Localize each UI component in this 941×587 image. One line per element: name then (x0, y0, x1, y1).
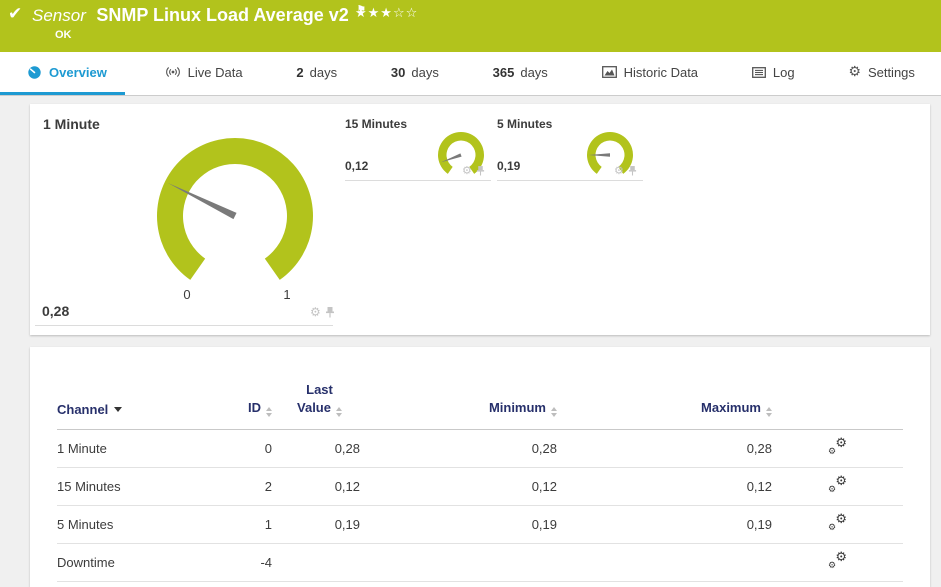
gauge-controls-1min: ⚙ (310, 306, 335, 318)
pin-icon[interactable] (476, 165, 485, 176)
column-header-actions (772, 347, 903, 430)
gauge-title-5min: 5 Minutes (497, 117, 553, 131)
tab-live-data[interactable]: Live Data (151, 52, 257, 95)
tab-label: Historic Data (623, 64, 699, 80)
tab-label: days (411, 64, 439, 80)
channel-maximum: 0,28 (557, 429, 772, 468)
channel-minimum: 0,12 (367, 467, 557, 506)
channel-name: 15 Minutes (57, 467, 217, 506)
sensor-kind-label: Sensor (32, 6, 86, 25)
gauge-max-label: 1 (283, 287, 291, 302)
tab-label: Overview (49, 64, 107, 80)
sensor-status-badge: OK (55, 29, 72, 41)
tab-2-days[interactable]: 2 days (282, 52, 351, 95)
gauge-value-1min: 0,28 (42, 303, 70, 319)
tab-label: Live Data (187, 64, 243, 80)
star-rating[interactable]: ★★★☆☆ (355, 6, 418, 21)
column-header-minimum[interactable]: Minimum (367, 347, 557, 430)
channel-last-value: 0,28 (272, 429, 367, 468)
table-row[interactable]: 5 Minutes 1 0,19 0,19 0,19 ⚙ ⚙ (57, 505, 903, 544)
gauge-settings-icon[interactable]: ⚙ (310, 306, 321, 318)
tab-historic-data[interactable]: Historic Data (588, 52, 712, 95)
sensor-header: ✔ Sensor SNMP Linux Load Average v2 ⚑ ★★… (0, 0, 941, 52)
channel-last-value (272, 543, 367, 582)
channel-last-value: 0,19 (272, 505, 367, 544)
column-header-last-value[interactable]: Last Value (272, 347, 367, 430)
channel-last-value: 0,12 (272, 467, 367, 506)
channel-maximum (557, 543, 772, 582)
tab-bar: Overview Live Data 2 days 30 days 365 da… (0, 52, 941, 96)
channels-table: Channel ID Last Value Minimum Maximum 1 … (57, 347, 903, 582)
channel-settings-gears-icon[interactable]: ⚙ ⚙ (828, 474, 847, 495)
gauge-controls-15min: ⚙ (462, 165, 485, 176)
historic-data-icon (601, 66, 617, 78)
channel-name: 5 Minutes (57, 505, 217, 544)
channel-minimum (367, 543, 557, 582)
log-icon (751, 66, 766, 78)
channel-settings-gears-icon[interactable]: ⚙ ⚙ (828, 436, 847, 457)
channel-name: Downtime (57, 543, 217, 582)
channel-minimum: 0,19 (367, 505, 557, 544)
status-check-icon: ✔ (8, 4, 23, 24)
tab-365-days[interactable]: 365 days (479, 52, 562, 95)
gauge-chart-1min (157, 138, 313, 280)
channel-id: 0 (217, 429, 272, 468)
tab-overview[interactable]: Overview (0, 52, 125, 95)
sort-icon (335, 406, 342, 417)
channel-name: 1 Minute (57, 429, 217, 468)
sort-icon (266, 406, 272, 417)
channel-minimum: 0,28 (367, 429, 557, 468)
table-row[interactable]: 15 Minutes 2 0,12 0,12 0,12 ⚙ ⚙ (57, 467, 903, 506)
channel-id: -4 (217, 543, 272, 582)
table-row[interactable]: Downtime -4 ⚙ ⚙ (57, 543, 903, 582)
channel-settings-gears-icon[interactable]: ⚙ ⚙ (828, 512, 847, 533)
tab-settings[interactable]: ⚙ Settings (834, 52, 929, 95)
pin-icon[interactable] (325, 306, 335, 318)
tab-log[interactable]: Log (738, 52, 809, 95)
gauge-settings-icon[interactable]: ⚙ (614, 165, 624, 176)
channel-id: 2 (217, 467, 272, 506)
column-header-maximum[interactable]: Maximum (557, 347, 772, 430)
gauge-value-5min: 0,19 (497, 159, 521, 173)
gauges-panel: 1 Minute 0 1 0,28 ⚙ 15 Minutes 0,12 ⚙ 5 … (30, 104, 930, 335)
gauge-controls-5min: ⚙ (614, 165, 637, 176)
pin-icon[interactable] (628, 165, 637, 176)
channel-maximum: 0,12 (557, 467, 772, 506)
channel-id: 1 (217, 505, 272, 544)
gauge-value-15min: 0,12 (345, 159, 369, 173)
gauge-icon (27, 65, 42, 80)
tab-label: days (309, 64, 338, 80)
sensor-title: SNMP Linux Load Average v2 (96, 5, 349, 25)
tab-30-days[interactable]: 30 days (377, 52, 453, 95)
channels-table-panel: Channel ID Last Value Minimum Maximum 1 … (30, 347, 930, 587)
gauge-title-1min: 1 Minute (43, 116, 100, 132)
gauge-min-label: 0 (183, 287, 191, 302)
table-header-row: Channel ID Last Value Minimum Maximum (57, 347, 903, 430)
divider (345, 180, 491, 181)
channel-settings-gears-icon[interactable]: ⚙ ⚙ (828, 550, 847, 571)
gauge-title-15min: 15 Minutes (345, 117, 408, 131)
live-data-icon (165, 66, 181, 78)
column-header-channel[interactable]: Channel (57, 347, 217, 430)
divider (497, 180, 643, 181)
tab-label: days (520, 64, 548, 80)
sorted-desc-icon (114, 406, 123, 412)
sort-icon (766, 406, 772, 417)
column-header-id[interactable]: ID (217, 347, 272, 430)
sort-icon (551, 406, 557, 417)
tab-label: Log (772, 64, 795, 80)
channel-maximum: 0,19 (557, 505, 772, 544)
gauge-settings-icon[interactable]: ⚙ (462, 165, 472, 176)
table-row[interactable]: 1 Minute 0 0,28 0,28 0,28 ⚙ ⚙ (57, 429, 903, 468)
tab-label: Settings (867, 64, 915, 80)
divider (35, 325, 333, 326)
